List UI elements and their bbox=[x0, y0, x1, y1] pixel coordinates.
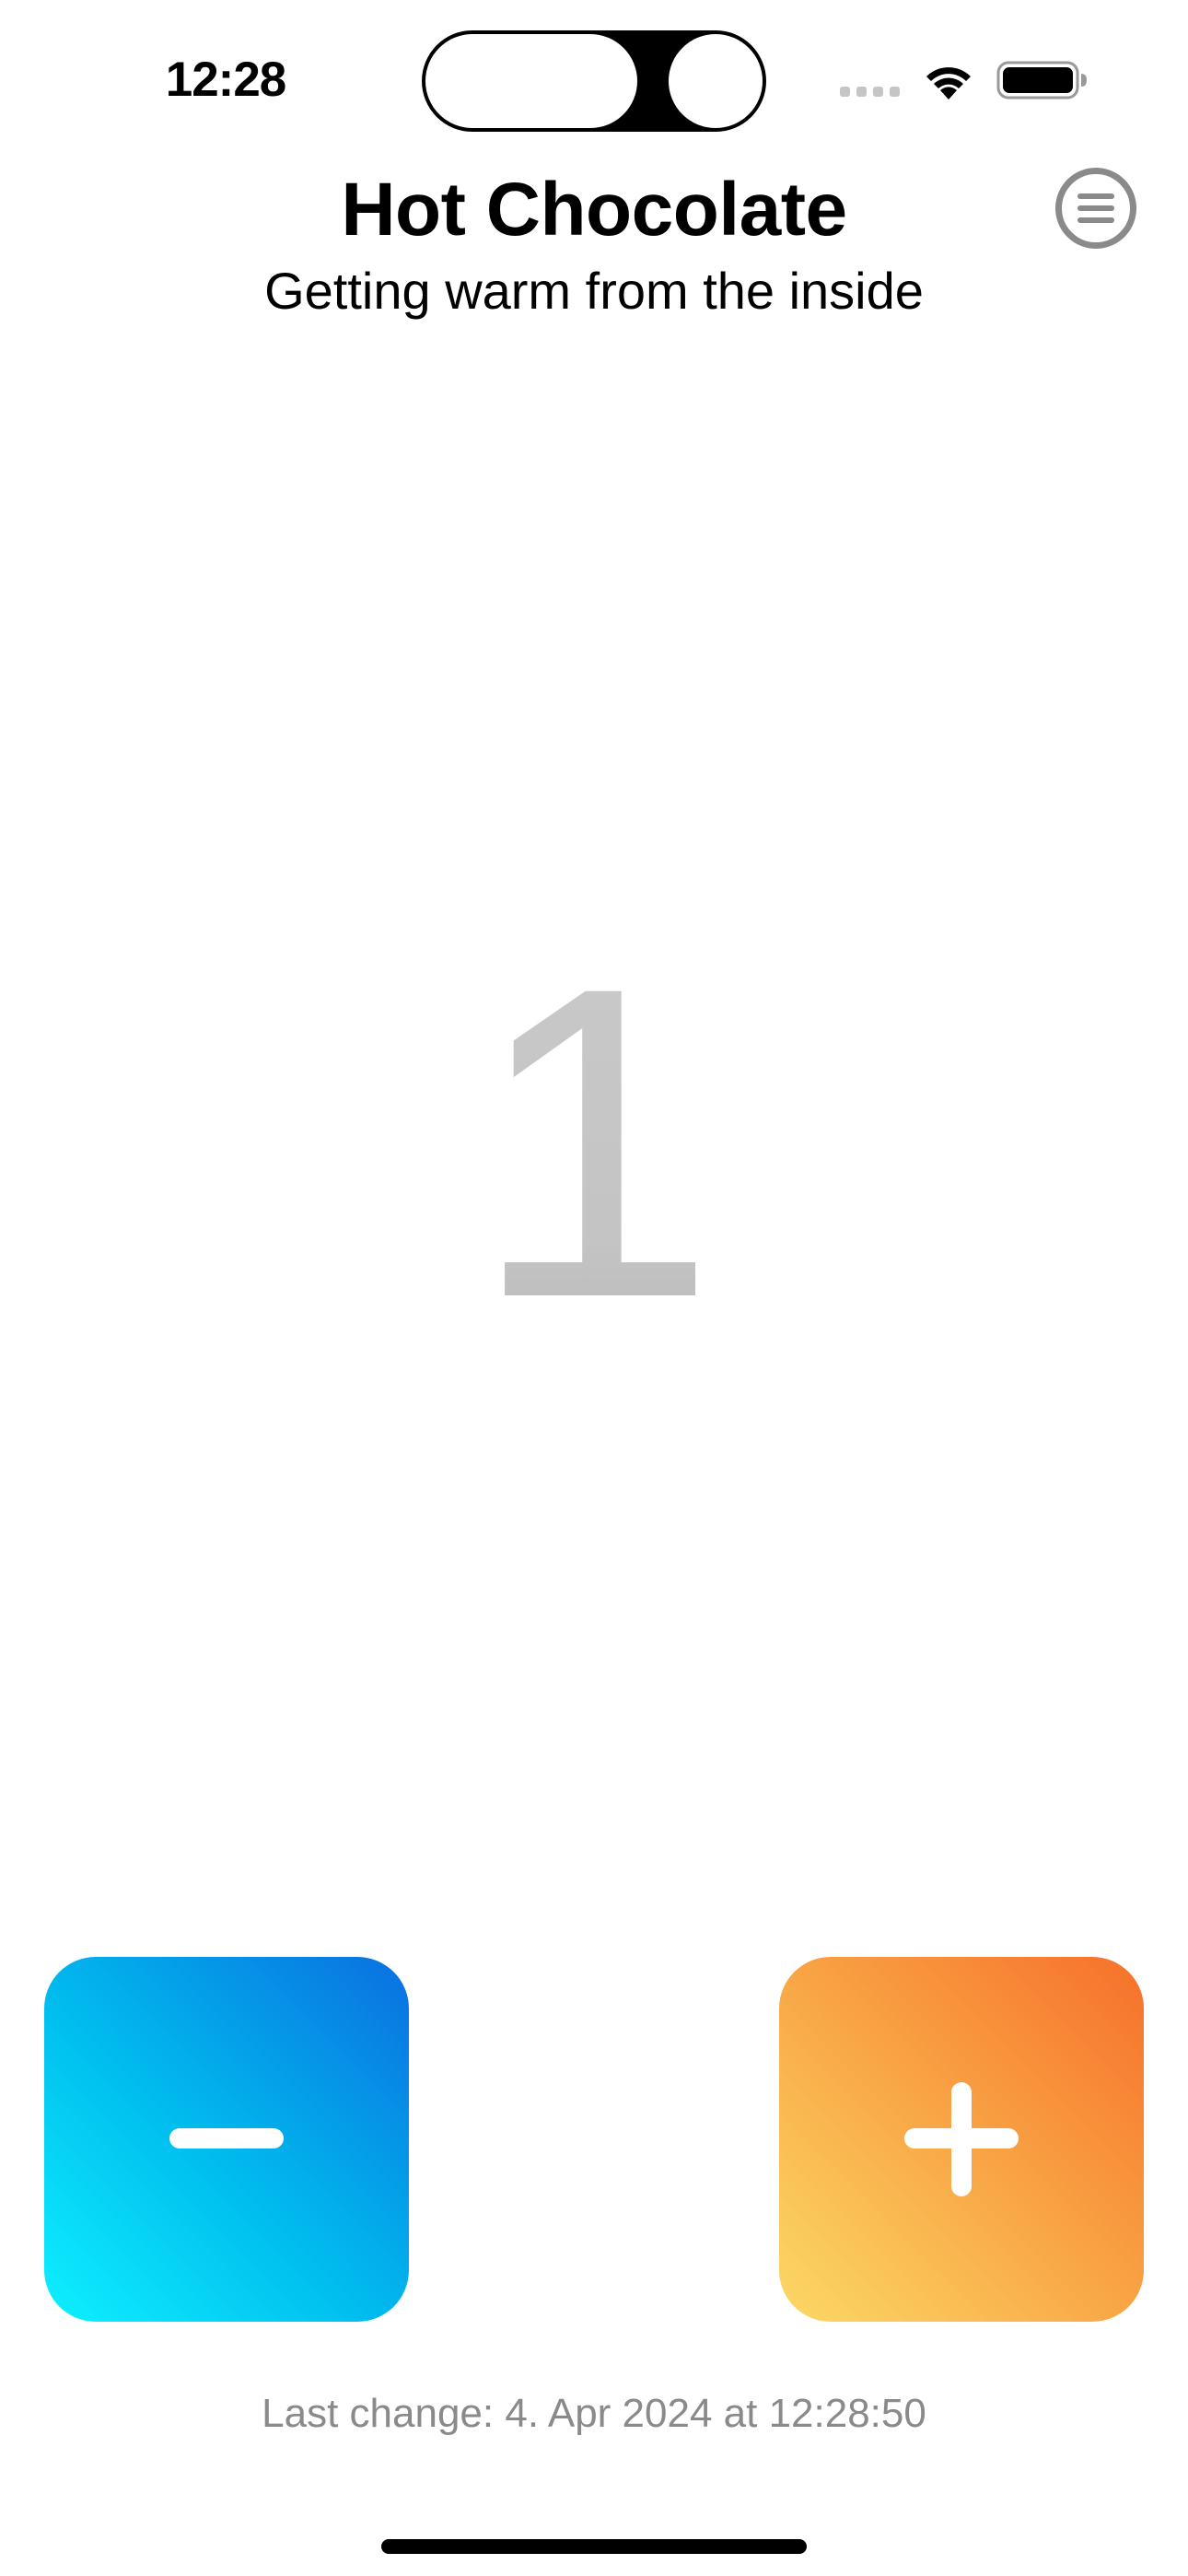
page-subtitle: Getting warm from the inside bbox=[264, 262, 924, 320]
page-title: Hot Chocolate bbox=[341, 168, 847, 252]
home-indicator[interactable] bbox=[381, 2539, 807, 2554]
status-time: 12:28 bbox=[165, 53, 287, 107]
last-change-timestamp: Last change: 4. Apr 2024 at 12:28:50 bbox=[262, 2391, 926, 2436]
increment-button[interactable] bbox=[779, 1957, 1144, 2322]
island-pill-right bbox=[669, 34, 763, 128]
menu-button[interactable] bbox=[1055, 168, 1136, 249]
wifi-icon bbox=[926, 67, 971, 100]
dynamic-island bbox=[422, 30, 766, 132]
battery-icon bbox=[996, 61, 1087, 100]
status-indicators bbox=[840, 53, 1089, 109]
cellular-signal-icon bbox=[840, 87, 900, 97]
decrement-button[interactable] bbox=[44, 1957, 409, 2322]
island-pill-left bbox=[425, 34, 637, 128]
counter-value: 1 bbox=[0, 903, 1188, 1382]
